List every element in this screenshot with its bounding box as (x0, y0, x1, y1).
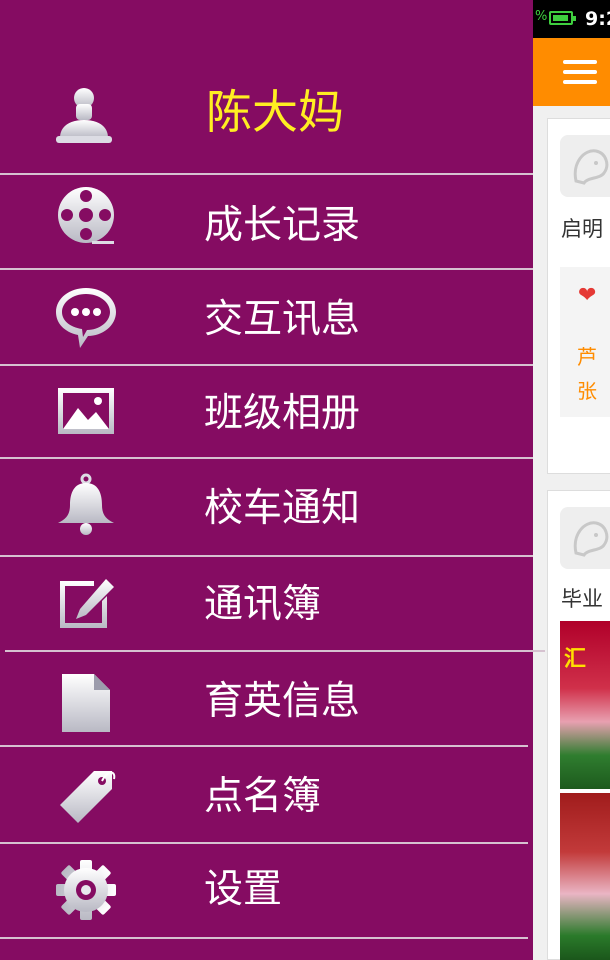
navigation-drawer: 陈大妈 成长记录 交互讯息 班级相册 校车通知 通讯簿 育英信息 点名簿 设置 (0, 0, 545, 960)
liker-name[interactable]: 张 (577, 375, 597, 404)
menu-item-roll-call[interactable]: 点名簿 (0, 747, 533, 842)
background-app: % 9:2 启明 ❤ 芦 张 毕业 汇 (533, 0, 610, 960)
bell-icon (58, 473, 114, 535)
divider (0, 937, 528, 939)
feed-photo[interactable]: 汇 (560, 621, 610, 789)
menu-item-settings[interactable]: 设置 (0, 844, 533, 938)
user-profile-header[interactable]: 陈大妈 (0, 0, 533, 174)
picture-icon (58, 388, 114, 434)
card-title: 启明 (561, 217, 603, 241)
edit-icon (60, 579, 114, 628)
avatar-placeholder-icon (560, 507, 610, 569)
battery-icon (549, 11, 576, 25)
hamburger-menu-icon[interactable] (563, 60, 597, 84)
menu-item-label: 通讯簿 (204, 582, 322, 627)
app-header (533, 38, 610, 106)
status-time: 9:2 (585, 8, 610, 30)
menu-item-label: 成长记录 (204, 203, 361, 248)
menu-item-address-book[interactable]: 通讯簿 (0, 557, 533, 650)
feed-photo[interactable] (560, 793, 610, 960)
menu-item-bus-notice[interactable]: 校车通知 (0, 459, 533, 556)
feed-card[interactable]: 启明 ❤ 芦 张 (547, 118, 610, 474)
card-title: 毕业 (561, 587, 603, 611)
menu-item-growth-record[interactable]: 成长记录 (0, 175, 533, 269)
heart-icon[interactable]: ❤ (578, 285, 596, 307)
tag-icon (60, 771, 116, 823)
gear-icon (56, 860, 116, 920)
menu-item-label: 交互讯息 (204, 297, 361, 342)
photo-sign-text: 汇 (564, 647, 587, 672)
menu-item-label: 设置 (204, 867, 283, 912)
liker-name[interactable]: 芦 (577, 341, 597, 370)
menu-item-label: 校车通知 (204, 486, 361, 531)
likes-box: ❤ 芦 张 (560, 267, 610, 417)
feed-card[interactable]: 毕业 汇 (547, 490, 610, 960)
menu-item-messages[interactable]: 交互讯息 (0, 270, 533, 365)
user-icon (56, 88, 112, 143)
menu-item-label: 班级相册 (204, 391, 361, 436)
film-reel-icon (58, 187, 114, 244)
document-icon (62, 674, 110, 732)
menu-item-label: 育英信息 (204, 679, 361, 724)
status-bar: % 9:2 (533, 0, 610, 38)
chat-bubble-icon (56, 288, 116, 348)
avatar-placeholder-icon (560, 135, 610, 197)
user-name: 陈大妈 (206, 85, 344, 139)
menu-item-news[interactable]: 育英信息 (0, 652, 533, 746)
signal-icon: % (535, 9, 548, 24)
menu-item-class-album[interactable]: 班级相册 (0, 366, 533, 458)
menu-item-label: 点名簿 (204, 774, 322, 819)
